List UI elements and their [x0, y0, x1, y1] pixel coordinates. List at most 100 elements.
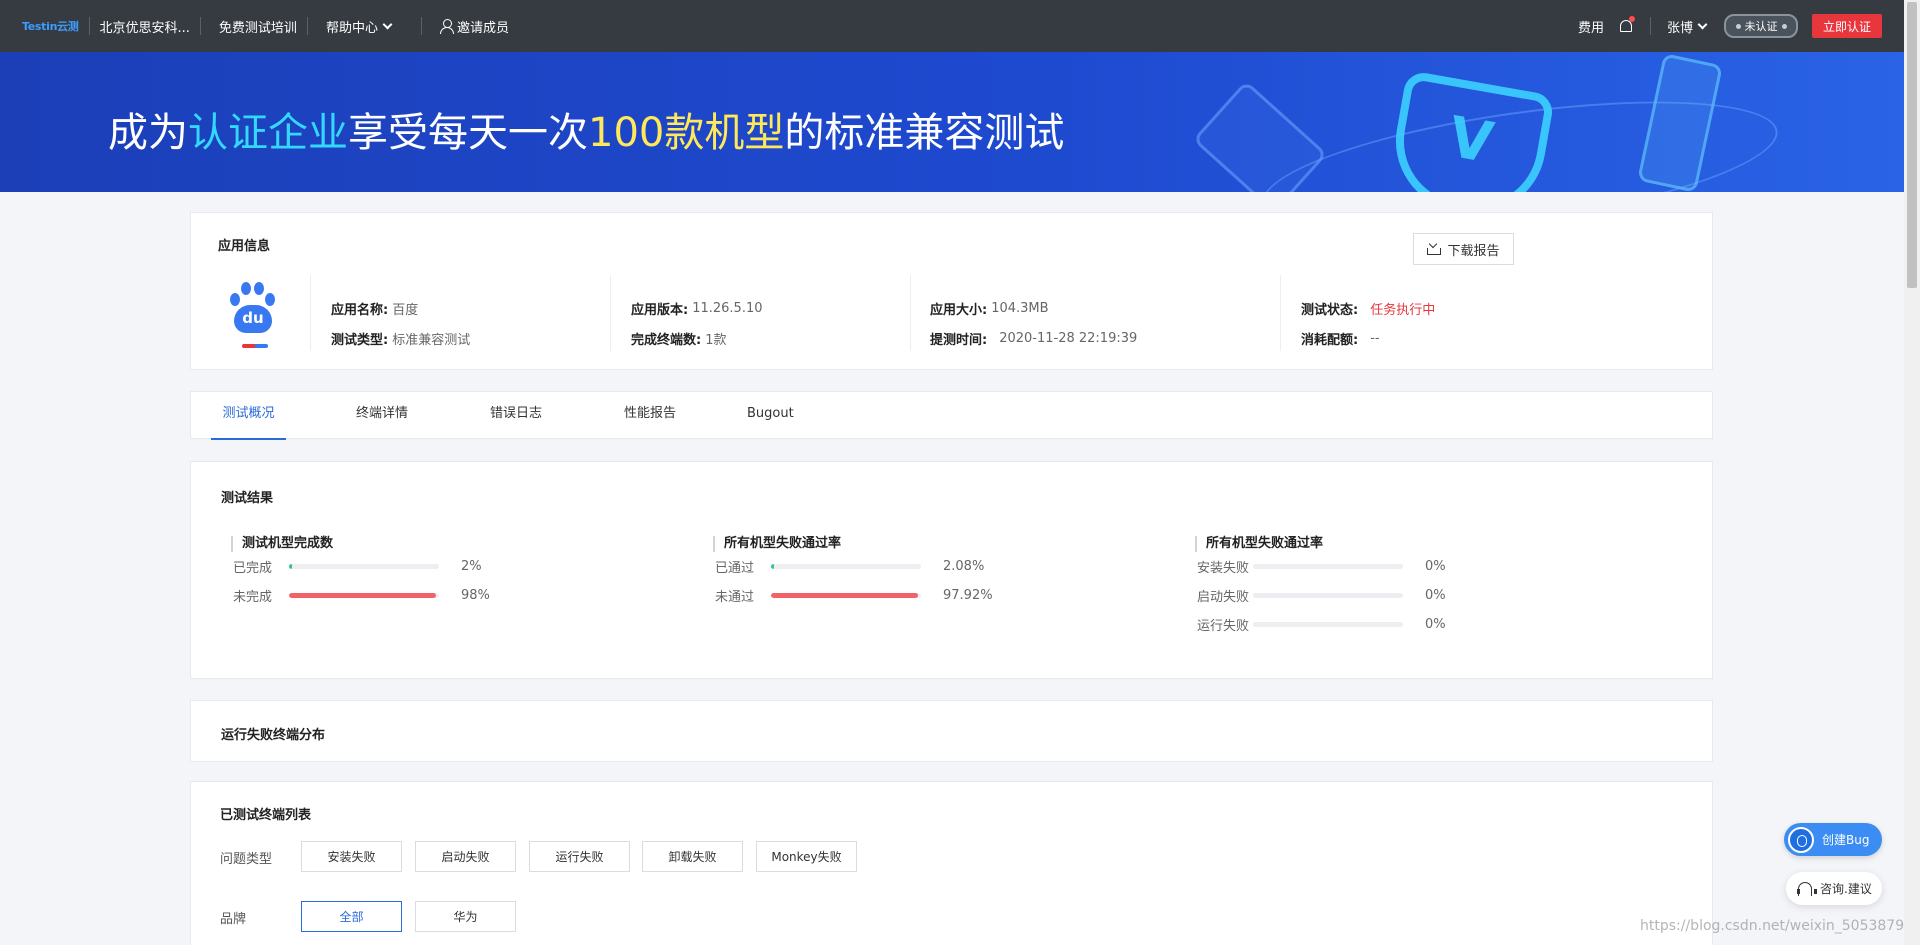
company-switcher[interactable]: 北京优思安科...	[100, 17, 190, 36]
info-label: 提测时间:	[930, 332, 988, 348]
submit-time-value: 2020-11-28 22:19:39	[999, 330, 1138, 346]
info-label: 消耗配额:	[1301, 332, 1359, 348]
stat-group-title: 所有机型失败通过率	[1195, 536, 1535, 552]
invite-label: 邀请成员	[456, 20, 509, 36]
nav-divider	[1649, 17, 1651, 35]
stat-group-title: 所有机型失败通过率	[713, 536, 1053, 552]
info-label: 应用版本:	[631, 302, 689, 318]
progress-bar	[1253, 593, 1403, 598]
filter-install-failed[interactable]: 安装失败	[301, 841, 402, 872]
stat-value: 2%	[461, 559, 482, 574]
shield-illustration	[1384, 69, 1556, 192]
scrollbar-thumb[interactable]	[1907, 2, 1917, 288]
progress-fill	[289, 564, 292, 569]
baidu-app-icon: du	[226, 281, 278, 341]
tab-performance[interactable]: 性能报告	[624, 392, 676, 440]
free-training-link[interactable]: 免费测试培训	[219, 17, 297, 36]
stat-label: 未通过	[715, 590, 755, 605]
help-center-menu[interactable]: 帮助中心	[325, 17, 393, 36]
completed-devices-value: 1款	[705, 332, 727, 348]
stat-value: 0%	[1425, 588, 1446, 603]
info-column: 应用名称: 百度 测试类型: 标准兼容测试	[331, 293, 470, 353]
invite-members-button[interactable]: 邀请成员	[439, 17, 509, 36]
report-tabs: 测试概况 终端详情 错误日志 性能报告 Bugout	[190, 391, 1713, 440]
tab-device-details[interactable]: 终端详情	[356, 392, 408, 440]
bug-icon	[1788, 826, 1814, 853]
info-label: 测试状态:	[1301, 302, 1359, 318]
stat-group-title: 测试机型完成数	[231, 536, 571, 552]
create-bug-label: 创建Bug	[1822, 833, 1870, 847]
download-report-button[interactable]: 下载报告	[1413, 233, 1514, 265]
brand-filter-huawei[interactable]: 华为	[415, 901, 516, 932]
progress-fill	[771, 593, 918, 598]
consult-advice-button[interactable]: 咨询.建议	[1786, 872, 1882, 905]
csdn-watermark: https://blog.csdn.net/weixin_50538792	[1640, 918, 1914, 934]
verify-now-button[interactable]: 立即认证	[1812, 14, 1882, 38]
tab-overview[interactable]: 测试概况	[211, 392, 286, 440]
progress-fill	[289, 593, 436, 598]
progress-bar	[771, 593, 921, 598]
vertical-scrollbar[interactable]	[1904, 0, 1920, 945]
progress-fill	[771, 564, 775, 569]
app-info-title: 应用信息	[218, 239, 271, 254]
fees-link[interactable]: 费用	[1578, 17, 1604, 36]
tested-devices-card: 已测试终端列表 问题类型 安装失败 启动失败 运行失败 卸载失败 Monkey失…	[190, 781, 1713, 945]
download-report-label: 下载报告	[1447, 243, 1500, 259]
info-label: 测试类型:	[331, 332, 389, 348]
app-logo-text: du	[234, 305, 272, 333]
stat-row: 未通过 97.92%	[713, 581, 1053, 610]
stat-value: 2.08%	[943, 559, 985, 574]
column-divider	[610, 275, 611, 351]
filter-launch-failed[interactable]: 启动失败	[415, 841, 516, 872]
testin-logo[interactable]: Testin云测	[22, 18, 79, 34]
tab-bugout[interactable]: Bugout	[747, 392, 794, 440]
info-label: 应用名称:	[331, 302, 389, 318]
info-label: 完成终端数:	[631, 332, 702, 348]
test-results-card: 测试结果 测试机型完成数 已完成 2% 未完成 98% 所有机型失败通过率 已通…	[190, 461, 1713, 679]
phone-illustration	[1192, 80, 1328, 192]
help-center-label: 帮助中心	[325, 20, 378, 36]
app-info-card: 应用信息 下载报告 du 应用名称: 百度 测试类型: 标准兼容测试 应用版本: 11…	[190, 212, 1713, 370]
unverified-label: 未认证	[1744, 20, 1778, 33]
stat-row: 已完成 2%	[231, 552, 571, 581]
tab-error-log[interactable]: 错误日志	[490, 392, 542, 440]
filter-run-failed[interactable]: 运行失败	[529, 841, 630, 872]
unverified-badge[interactable]: 未认证	[1724, 14, 1798, 38]
failure-distribution-title: 运行失败终端分布	[221, 728, 326, 743]
brand-filter-all[interactable]: 全部	[301, 901, 402, 932]
app-name-value: 百度	[392, 302, 419, 318]
stat-row: 运行失败 0%	[1195, 610, 1535, 639]
paw-toe	[230, 293, 240, 306]
info-column: 应用大小: 104.3MB 提测时间: 2020-11-28 22:19:39	[930, 293, 1137, 353]
problem-type-label: 问题类型	[220, 852, 273, 867]
stat-label: 已通过	[715, 561, 755, 576]
bell-icon[interactable]	[1618, 16, 1635, 33]
create-bug-button[interactable]: 创建Bug	[1784, 823, 1882, 856]
stat-value: 0%	[1425, 617, 1446, 632]
stat-label: 已完成	[233, 561, 273, 576]
stat-row: 启动失败 0%	[1195, 581, 1535, 610]
stat-value: 0%	[1425, 559, 1446, 574]
progress-bar	[289, 593, 439, 598]
filter-monkey-failed[interactable]: Monkey失败	[756, 841, 857, 872]
banner-text-part: 享受每天一次	[348, 110, 588, 156]
info-column: 测试状态: 任务执行中 消耗配额: --	[1301, 293, 1435, 353]
column-divider	[310, 275, 311, 351]
info-label: 应用大小:	[930, 302, 988, 318]
promo-banner[interactable]: 成为认证企业享受每天一次100款机型的标准兼容测试	[0, 52, 1904, 192]
tested-devices-title: 已测试终端列表	[220, 808, 312, 823]
dot-icon	[1735, 23, 1741, 29]
stat-label: 启动失败	[1197, 590, 1250, 605]
filter-uninstall-failed[interactable]: 卸载失败	[642, 841, 743, 872]
user-menu[interactable]: 张博	[1667, 17, 1708, 36]
banner-text-part: 成为	[108, 110, 188, 156]
failure-distribution-card: 运行失败终端分布	[190, 700, 1713, 762]
column-divider	[1280, 275, 1281, 351]
stat-row: 未完成 98%	[231, 581, 571, 610]
paw-toe	[254, 282, 264, 295]
paw-toe	[241, 282, 251, 295]
headset-icon	[1797, 881, 1817, 896]
stat-value: 98%	[461, 588, 490, 603]
stat-row: 已通过 2.08%	[713, 552, 1053, 581]
nav-divider	[88, 17, 90, 35]
